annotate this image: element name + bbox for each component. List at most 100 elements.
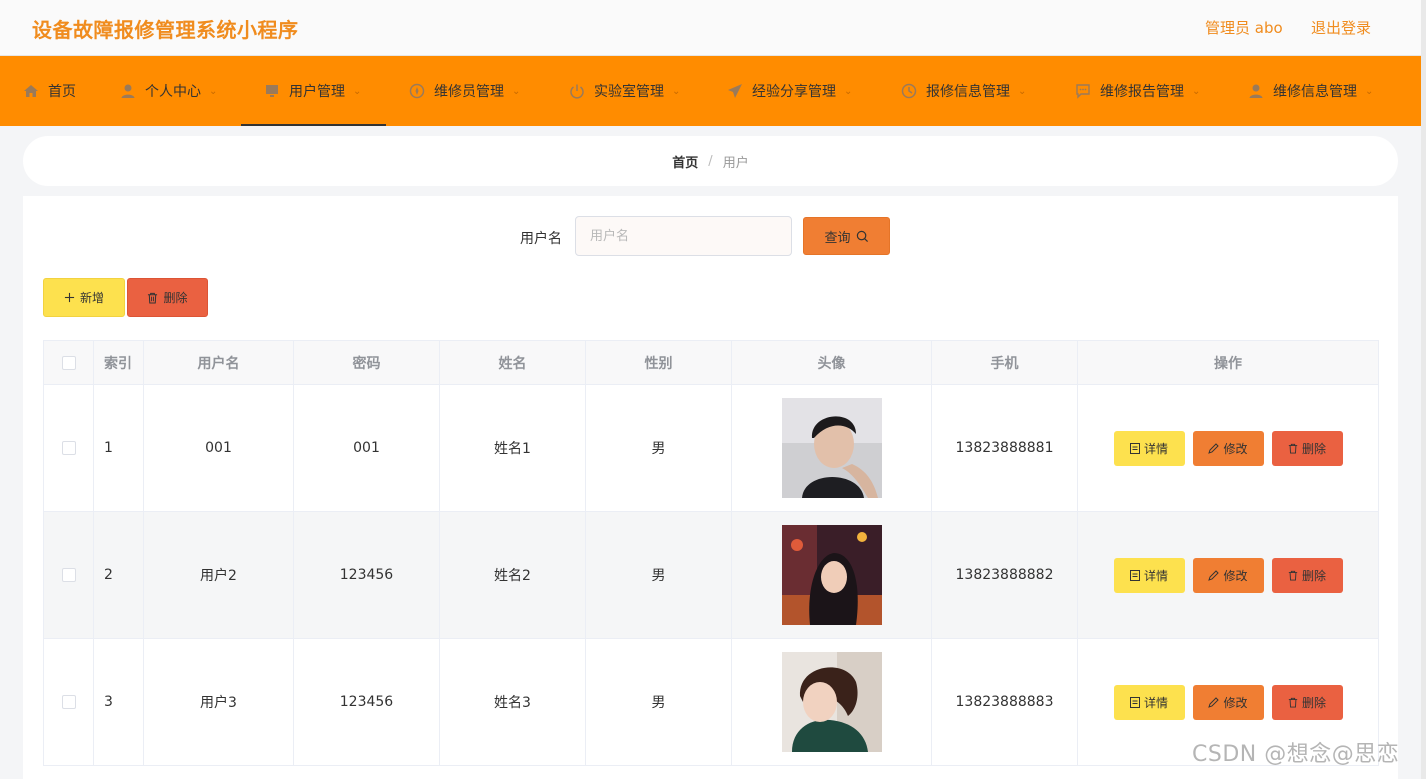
- cell-phone: 13823888883: [931, 638, 1078, 766]
- person-icon: [119, 82, 137, 100]
- cell-avatar: [731, 384, 932, 512]
- cell-gender: 男: [585, 384, 732, 512]
- nav-label: 维修员管理: [434, 84, 504, 100]
- cell-index: 2: [93, 511, 144, 639]
- cell-username: 001: [143, 384, 294, 512]
- delete-button[interactable]: 删除: [1271, 684, 1343, 720]
- row-checkbox-cell: [43, 511, 94, 639]
- chat-icon: [1074, 82, 1092, 100]
- search-icon: [856, 230, 868, 242]
- nav-item-repair-record-management[interactable]: 维修信息管理 ⌄: [1225, 56, 1421, 126]
- nav-item-home[interactable]: 首页: [0, 56, 97, 126]
- cell-actions: 详情 修改 删除: [1077, 384, 1379, 512]
- edit-button[interactable]: 修改: [1192, 557, 1264, 593]
- delete-label: 删除: [1301, 568, 1326, 583]
- edit-label: 修改: [1223, 695, 1248, 710]
- cell-actions: 详情 修改 删除: [1077, 511, 1379, 639]
- clock-icon: [900, 82, 918, 100]
- nav-item-personal-center[interactable]: 个人中心 ⌄: [97, 56, 241, 126]
- detail-button[interactable]: 详情: [1113, 430, 1185, 466]
- plus-icon: [64, 292, 75, 303]
- detail-button[interactable]: 详情: [1113, 557, 1185, 593]
- chevron-down-icon: ⌄: [844, 85, 853, 97]
- cell-name: 姓名1: [439, 384, 586, 512]
- pencil-icon: [1208, 442, 1220, 454]
- cell-index: 1: [93, 384, 144, 512]
- delete-button[interactable]: 删除: [1271, 557, 1343, 593]
- cell-name: 姓名3: [439, 638, 586, 766]
- batch-delete-button[interactable]: 删除: [127, 278, 208, 317]
- nav-label: 首页: [48, 84, 76, 100]
- cell-name: 姓名2: [439, 511, 586, 639]
- breadcrumb-home[interactable]: 首页: [672, 152, 698, 171]
- nav-label: 维修报告管理: [1100, 84, 1184, 100]
- cell-gender: 男: [585, 511, 732, 639]
- nav-item-repair-info-management[interactable]: 报修信息管理 ⌄: [878, 56, 1052, 126]
- search-label: 用户名: [520, 231, 562, 247]
- detail-label: 详情: [1143, 695, 1168, 710]
- cell-phone: 13823888881: [931, 384, 1078, 512]
- edit-button[interactable]: 修改: [1192, 684, 1264, 720]
- delete-label: 删除: [1301, 695, 1326, 710]
- monitor-icon: [263, 82, 281, 100]
- avatar-image: [781, 398, 882, 498]
- edit-button[interactable]: 修改: [1192, 430, 1264, 466]
- row-checkbox[interactable]: [61, 568, 76, 582]
- nav-item-lab-management[interactable]: 实验室管理 ⌄: [546, 56, 704, 126]
- query-button[interactable]: 查询: [803, 217, 890, 255]
- trash-icon: [1288, 570, 1298, 581]
- nav-label: 报修信息管理: [926, 84, 1010, 100]
- table-row: 1 001 001 姓名1 男 13823888881 详情 修改 删除: [43, 384, 1379, 512]
- trash-icon: [1288, 697, 1298, 708]
- cell-avatar: [731, 638, 932, 766]
- table-header-row: 索引 用户名 密码 姓名 性别 头像 手机 操作: [43, 340, 1379, 385]
- chevron-down-icon: ⌄: [672, 85, 681, 97]
- edit-label: 修改: [1223, 441, 1248, 456]
- detail-label: 详情: [1143, 441, 1168, 456]
- chevron-down-icon: ⌄: [1018, 85, 1027, 97]
- column-header: 性别: [585, 340, 732, 385]
- admin-label: 管理员 abo: [1205, 19, 1283, 37]
- row-checkbox-cell: [43, 384, 94, 512]
- pencil-icon: [1208, 696, 1220, 708]
- row-checkbox[interactable]: [61, 695, 76, 709]
- chevron-down-icon: ⌄: [1192, 85, 1201, 97]
- username-search-input[interactable]: [575, 216, 792, 256]
- document-icon: [1129, 442, 1140, 454]
- nav-label: 个人中心: [145, 84, 201, 100]
- nav-label: 维修信息管理: [1273, 84, 1357, 100]
- column-header: 密码: [293, 340, 440, 385]
- send-icon: [726, 82, 744, 100]
- csdn-watermark: CSDN @想念@思恋: [1192, 742, 1400, 767]
- add-button[interactable]: 新增: [43, 278, 125, 317]
- nav-item-repair-report-management[interactable]: 维修报告管理 ⌄: [1052, 56, 1225, 126]
- content-panel: 用户名 查询 新增 删除 索引 用户名 密码 姓名 性别 头像 手机 操作: [23, 196, 1398, 779]
- page-scrollbar[interactable]: [1421, 0, 1426, 779]
- home-icon: [22, 82, 40, 100]
- cell-password: 123456: [293, 511, 440, 639]
- delete-button[interactable]: 删除: [1271, 430, 1343, 466]
- row-checkbox[interactable]: [61, 441, 76, 455]
- column-header: 姓名: [439, 340, 586, 385]
- query-button-label: 查询: [824, 230, 851, 246]
- power-icon: [568, 82, 586, 100]
- column-header: 手机: [931, 340, 1078, 385]
- user-table: 索引 用户名 密码 姓名 性别 头像 手机 操作 1 001 001 姓名1 男: [43, 340, 1379, 766]
- delete-label: 删除: [1301, 441, 1326, 456]
- table-row: 2 用户2 123456 姓名2 男 13823888882 详情 修改 删除: [43, 511, 1379, 639]
- user-icon: [1247, 82, 1265, 100]
- select-all-checkbox[interactable]: [61, 355, 76, 370]
- nav-item-user-management[interactable]: 用户管理 ⌄: [241, 56, 386, 126]
- column-header: 头像: [731, 340, 932, 385]
- cell-phone: 13823888882: [931, 511, 1078, 639]
- top-header: 设备故障报修管理系统小程序 管理员 abo 退出登录: [0, 0, 1426, 56]
- column-header: 索引: [93, 340, 144, 385]
- detail-button[interactable]: 详情: [1113, 684, 1185, 720]
- table-row: 3 用户3 123456 姓名3 男 13823888883 详情 修改 删除: [43, 638, 1379, 766]
- cell-username: 用户2: [143, 511, 294, 639]
- nav-item-repairman-management[interactable]: 维修员管理 ⌄: [386, 56, 546, 126]
- nav-item-experience-share-management[interactable]: 经验分享管理 ⌄: [704, 56, 878, 126]
- logout-link[interactable]: 退出登录: [1311, 17, 1371, 38]
- breadcrumb: 首页 / 用户: [23, 136, 1398, 186]
- detail-label: 详情: [1143, 568, 1168, 583]
